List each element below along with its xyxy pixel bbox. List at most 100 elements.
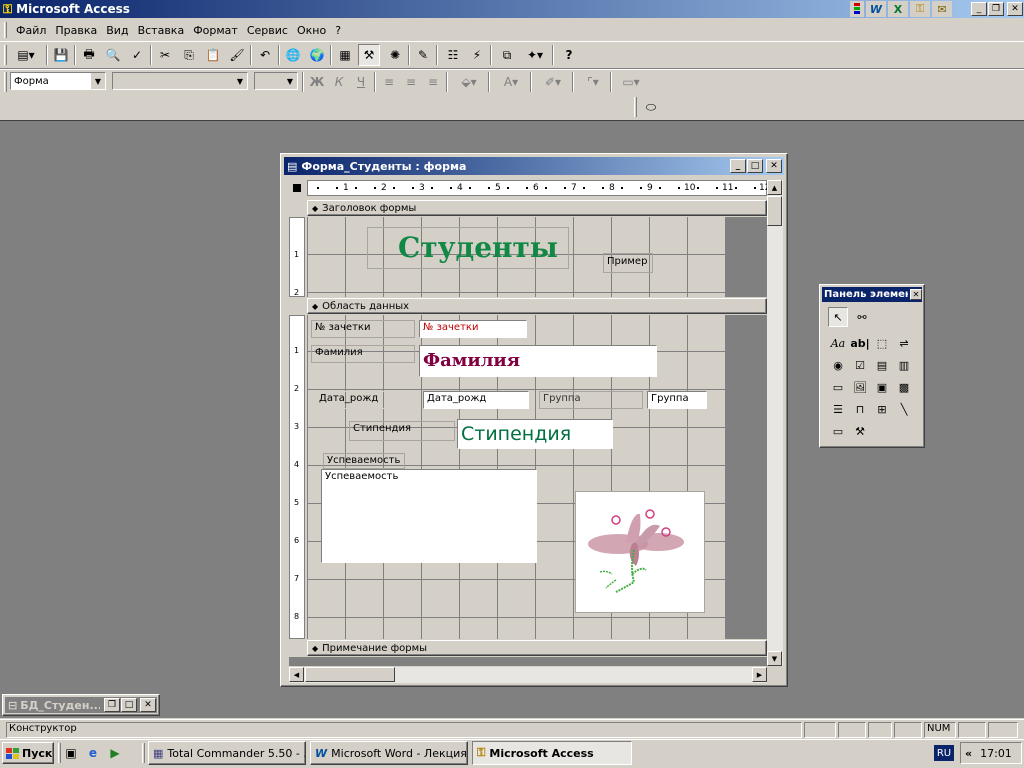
lang-indicator[interactable]: RU [934, 745, 954, 761]
size-select[interactable]: ▼ [254, 72, 298, 90]
menu-insert[interactable]: Вставка [138, 24, 185, 37]
option-button-icon[interactable]: ◉ [828, 355, 848, 375]
combobox-tool-icon[interactable]: ▤ [872, 355, 892, 375]
menu-window[interactable]: Окно [297, 24, 326, 37]
task-word[interactable]: W Microsoft Word - Лекция... [310, 741, 468, 765]
dropdown-arrow-icon[interactable]: ▼ [283, 73, 297, 89]
vertical-scrollbar[interactable]: ▲ ▼ [767, 180, 783, 666]
save-icon[interactable]: 💾 [50, 44, 72, 66]
section-bar-header[interactable]: ◆ Заголовок формы [307, 200, 767, 216]
toolbox-icon[interactable]: ⚒ [358, 44, 380, 66]
menu-help[interactable]: ? [335, 24, 341, 37]
line-tool-icon[interactable]: ╲ [894, 399, 914, 419]
view-icon[interactable]: ▤▾ [10, 44, 42, 66]
close-icon[interactable]: ✕ [766, 159, 782, 173]
num-field[interactable]: № зачетки [419, 320, 527, 338]
border-width-icon[interactable]: ⌜▾ [578, 71, 608, 93]
task-total-commander[interactable]: ▦ Total Commander 5.50 - ... [148, 741, 306, 765]
horizontal-scrollbar[interactable]: ◀ ▶ [289, 667, 767, 683]
menu-edit[interactable]: Правка [55, 24, 97, 37]
outlook-app-icon[interactable]: ✉ [932, 1, 952, 17]
office-bar-icon[interactable] [850, 1, 864, 17]
menu-view[interactable]: Вид [106, 24, 128, 37]
perf-field[interactable]: Успеваемость [321, 469, 537, 563]
align-center-icon[interactable]: ≡ [400, 71, 422, 93]
special-effect-icon[interactable]: ▭▾ [616, 71, 646, 93]
line-color-icon[interactable]: ✐▾ [536, 71, 570, 93]
textbox-tool-icon[interactable]: ab| [850, 333, 870, 353]
subform-icon[interactable]: ⊞ [872, 399, 892, 419]
bold-button[interactable]: Ж [306, 71, 328, 93]
more-controls-icon[interactable]: ⚒ [850, 421, 870, 441]
print-icon[interactable]: 🖶 [78, 44, 100, 66]
preview-icon[interactable]: 🔍 [102, 44, 124, 66]
excel-app-icon[interactable]: X [888, 1, 908, 17]
header-title-label[interactable]: Студенты [367, 227, 569, 269]
fill-color-icon[interactable]: ⬙▾ [452, 71, 486, 93]
scroll-left-icon[interactable]: ◀ [289, 667, 304, 682]
object-select[interactable]: Форма ▼ [10, 72, 106, 90]
option-group-icon[interactable]: ⬚ [872, 333, 892, 353]
scroll-up-icon[interactable]: ▲ [767, 180, 782, 195]
desktop-quick-icon[interactable]: ▣ [60, 742, 82, 764]
properties-icon[interactable]: ☷ [442, 44, 464, 66]
select-objects-icon[interactable]: ↖ [828, 307, 848, 327]
header-grid-area[interactable]: Студенты Пример [307, 217, 725, 297]
picture-frame[interactable] [575, 491, 705, 613]
database-window-icon[interactable]: ⧉ [496, 44, 518, 66]
hscroll-thumb[interactable] [305, 667, 395, 682]
birth-label[interactable]: Дата_рожд [315, 391, 419, 409]
restore-icon[interactable]: ❐ [104, 698, 120, 712]
tab-control-icon[interactable]: ⊓ [850, 399, 870, 419]
num-label[interactable]: № зачетки [311, 320, 415, 338]
close-icon[interactable]: ✕ [140, 698, 156, 712]
format-painter-icon[interactable]: 🖌 [226, 44, 248, 66]
dropdown-arrow-icon[interactable]: ▼ [91, 73, 105, 89]
image-tool-icon[interactable]: 🖼 [850, 377, 870, 397]
scroll-thumb[interactable] [767, 196, 782, 226]
minimize-icon[interactable]: _ [971, 2, 987, 16]
maximize-icon[interactable]: □ [747, 159, 763, 173]
bound-object-icon[interactable]: ▩ [894, 377, 914, 397]
section-bar-detail[interactable]: ◆ Область данных [307, 298, 767, 314]
restore-icon[interactable]: ❐ [988, 2, 1004, 16]
detail-grid-area[interactable]: № зачетки № зачетки Фамилия Фамилия Дата… [307, 315, 725, 639]
toggle-button-icon[interactable]: ⇌ [894, 333, 914, 353]
align-left-icon[interactable]: ≡ [378, 71, 400, 93]
ruler-corner[interactable] [289, 180, 305, 196]
db-window-minimized[interactable]: ⊟ БД_Студен... ❐ □ ✕ [2, 694, 160, 716]
undo-icon[interactable]: ↶ [254, 44, 276, 66]
stipend-field[interactable]: Стипендия [457, 419, 613, 449]
section-bar-footer[interactable]: ◆ Примечание формы [307, 640, 767, 656]
dropdown-arrow-icon[interactable]: ▼ [233, 73, 247, 89]
web-toolbar-icon[interactable]: 🌍 [306, 44, 328, 66]
build-icon[interactable]: ⚡ [466, 44, 488, 66]
perf-label[interactable]: Успеваемость [323, 453, 405, 469]
listbox-tool-icon[interactable]: ▥ [894, 355, 914, 375]
paste-icon[interactable]: 📋 [202, 44, 224, 66]
underline-button[interactable]: Ч [350, 71, 372, 93]
scroll-right-icon[interactable]: ▶ [752, 667, 767, 682]
copy-icon[interactable]: ⎘ [178, 44, 200, 66]
hyperlink-icon[interactable]: 🌐 [282, 44, 304, 66]
surname-field[interactable]: Фамилия [419, 345, 657, 377]
scroll-down-icon[interactable]: ▼ [767, 651, 782, 666]
cut-icon[interactable]: ✂ [154, 44, 176, 66]
header-example-label[interactable]: Пример [603, 253, 653, 273]
align-right-icon[interactable]: ≡ [422, 71, 444, 93]
italic-button[interactable]: К [328, 71, 350, 93]
label-tool-icon[interactable]: Aa [828, 333, 848, 353]
group-label[interactable]: Группа [539, 391, 643, 409]
command-button-icon[interactable]: ▭ [828, 377, 848, 397]
surname-label[interactable]: Фамилия [311, 345, 415, 363]
page-break-icon[interactable]: ☰ [828, 399, 848, 419]
new-object-icon[interactable]: ✦▾ [520, 44, 550, 66]
birth-field[interactable]: Дата_рожд [423, 391, 529, 409]
maximize-icon[interactable]: □ [121, 698, 137, 712]
menu-format[interactable]: Формат [193, 24, 238, 37]
word-app-icon[interactable]: W [866, 1, 886, 17]
code-icon[interactable]: ✎ [412, 44, 434, 66]
ie-quick-icon[interactable]: e [82, 742, 104, 764]
shape-icon[interactable]: ⬭ [640, 96, 662, 118]
control-wizards-icon[interactable]: ⚯ [852, 307, 872, 327]
